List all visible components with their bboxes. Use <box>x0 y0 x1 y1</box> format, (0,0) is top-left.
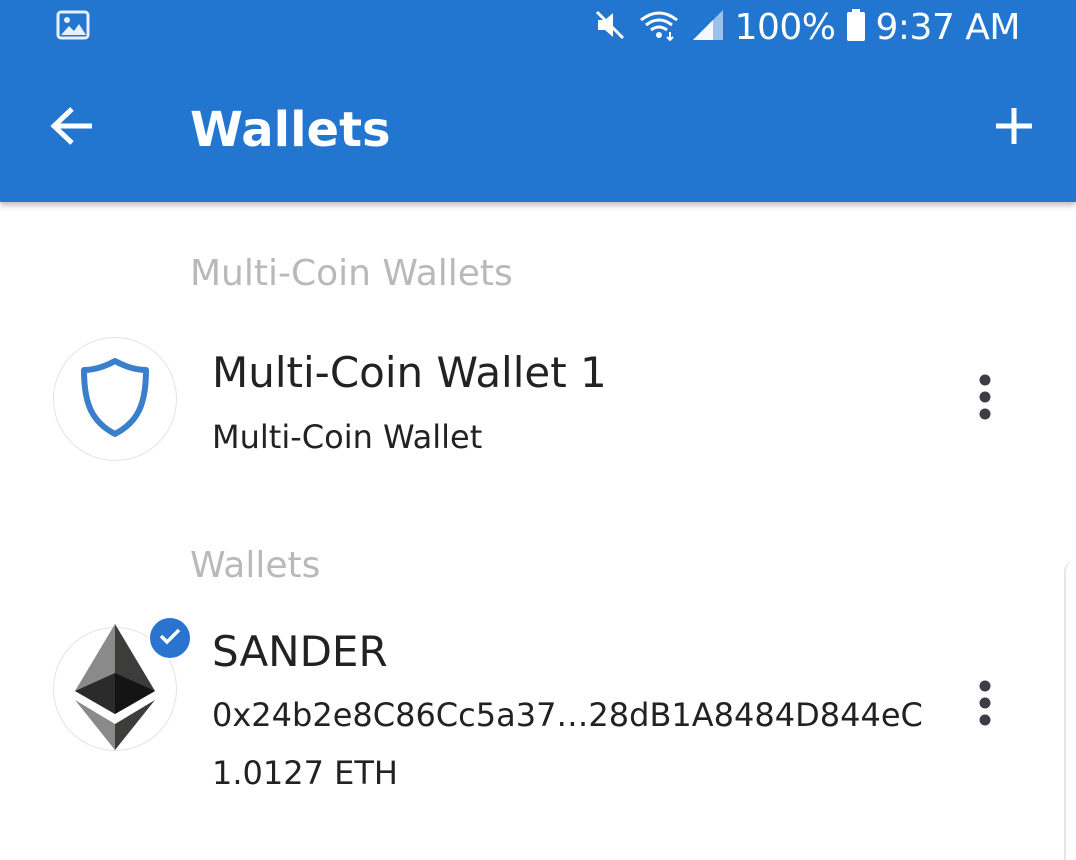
scrollbar[interactable] <box>1064 560 1076 860</box>
mute-icon <box>593 8 627 47</box>
plus-icon <box>994 106 1034 151</box>
header: 100% 9:37 AM Wallets <box>0 0 1076 202</box>
ethereum-icon <box>75 623 155 755</box>
status-indicators: 100% 9:37 AM <box>593 4 1021 50</box>
wallet-name: SANDER <box>212 627 388 676</box>
page-title: Wallets <box>190 102 391 158</box>
status-bar: 100% 9:37 AM <box>0 0 1076 54</box>
add-wallet-button[interactable] <box>982 96 1046 160</box>
wallet-avatar <box>53 337 177 461</box>
wallet-menu-button[interactable] <box>955 670 1015 740</box>
wallet-type: Multi-Coin Wallet <box>212 418 483 456</box>
arrow-left-icon <box>50 106 94 151</box>
app-bar: Wallets <box>0 54 1076 202</box>
section-header-multi-coin: Multi-Coin Wallets <box>190 253 513 294</box>
wifi-icon <box>637 8 681 47</box>
clock: 9:37 AM <box>875 6 1021 48</box>
battery-icon <box>846 8 866 47</box>
signal-icon <box>691 8 725 47</box>
checkmark-icon <box>159 627 181 650</box>
wallet-row-sander[interactable]: SANDER 0x24b2e8C86Cc5a37…28dB1A8484D844e… <box>0 610 1076 800</box>
wallet-name: Multi-Coin Wallet 1 <box>212 348 607 397</box>
back-button[interactable] <box>40 96 104 160</box>
wallet-balance: 1.0127 ETH <box>212 754 398 792</box>
section-header-wallets: Wallets <box>190 545 321 586</box>
wallets-screen: 100% 9:37 AM Wallets Multi-Coin Wallets … <box>0 0 1076 860</box>
battery-percent: 100% <box>734 6 836 48</box>
more-vertical-icon <box>978 374 992 425</box>
wallet-address: 0x24b2e8C86Cc5a37…28dB1A8484D844eC <box>212 696 923 734</box>
wallet-row-multi-coin[interactable]: Multi-Coin Wallet 1 Multi-Coin Wallet <box>0 320 1076 480</box>
selected-badge <box>148 616 192 660</box>
shield-icon <box>80 356 150 443</box>
gallery-icon <box>56 10 90 40</box>
more-vertical-icon <box>978 680 992 731</box>
wallet-menu-button[interactable] <box>955 364 1015 434</box>
